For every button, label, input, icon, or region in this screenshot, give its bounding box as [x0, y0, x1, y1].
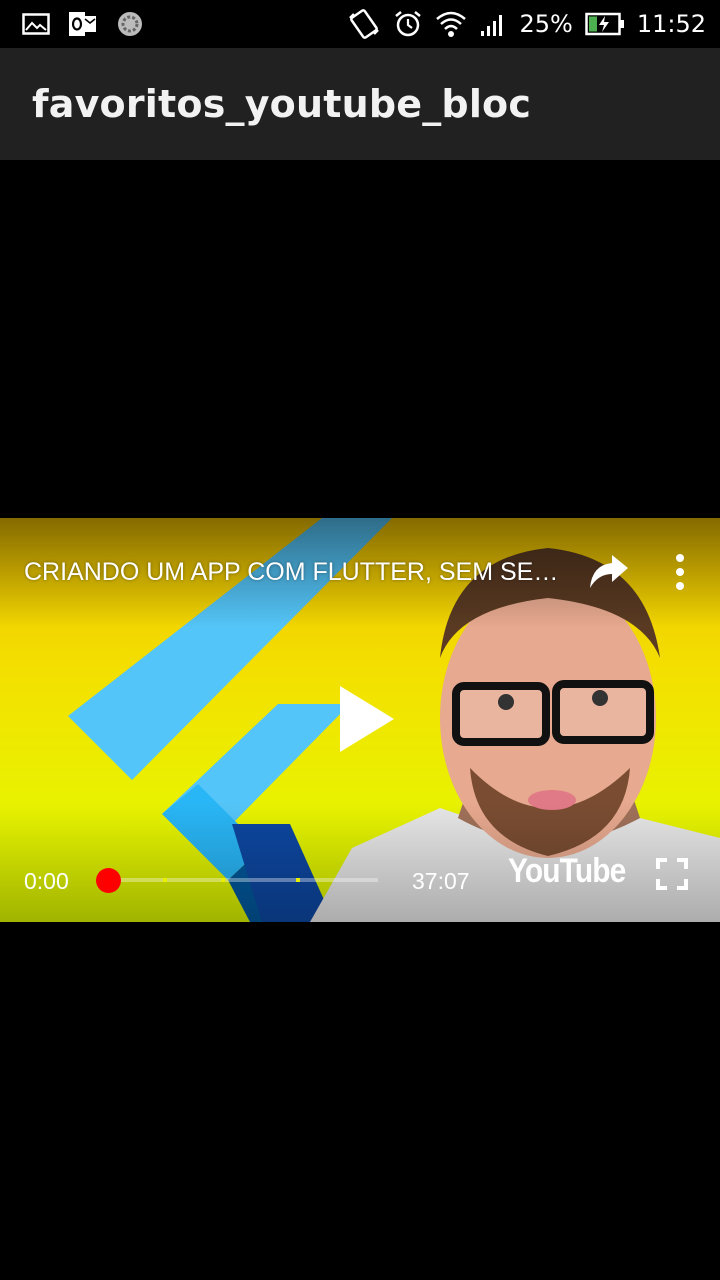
sync-icon	[116, 10, 144, 38]
total-time: 37:07	[412, 868, 470, 894]
battery-charging-icon	[585, 12, 625, 36]
status-bar: 25% 11:52	[0, 0, 720, 48]
alarm-icon	[393, 9, 423, 39]
progress-scrubber[interactable]	[96, 868, 121, 893]
fullscreen-icon[interactable]	[656, 858, 688, 890]
battery-percent: 25%	[519, 10, 573, 38]
more-vert-icon[interactable]	[666, 552, 694, 592]
wifi-icon	[435, 9, 467, 39]
signal-icon	[479, 11, 507, 37]
app-bar: favoritos_youtube_bloc	[0, 48, 720, 160]
outlook-icon	[68, 11, 98, 37]
progress-bar[interactable]	[108, 878, 378, 882]
share-icon[interactable]	[588, 554, 630, 590]
progress-marker	[296, 878, 300, 882]
current-time: 0:00	[24, 868, 69, 894]
video-title[interactable]: CRIANDO UM APP COM FLUTTER, SEM SERVIDOR	[24, 558, 564, 587]
progress-marker	[221, 878, 225, 882]
clock: 11:52	[636, 10, 706, 38]
youtube-logo[interactable]: YouTube	[508, 852, 626, 891]
play-icon[interactable]	[332, 684, 396, 754]
vibrate-icon	[347, 9, 381, 39]
app-title: favoritos_youtube_bloc	[32, 82, 532, 126]
gallery-icon	[22, 13, 50, 35]
progress-marker	[163, 878, 167, 882]
